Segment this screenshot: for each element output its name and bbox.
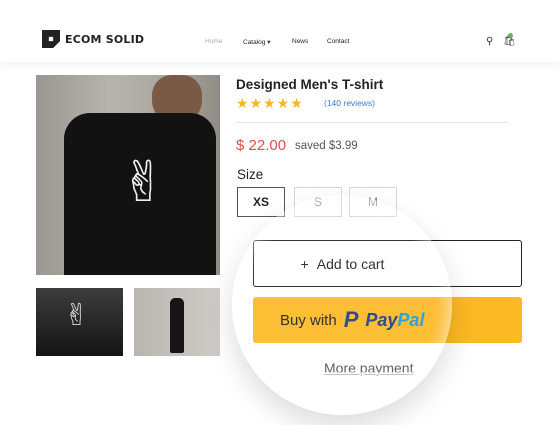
product-title: Designed Men's T-shirt [236,77,384,92]
logo[interactable]: ECOM SOLID [42,30,144,48]
cart-badge [508,33,513,38]
logo-mark-icon [42,30,60,48]
reviews-link[interactable]: (140 reviews) [324,98,375,108]
paypal-button[interactable]: Buy with P PayPal [253,297,522,343]
saved-amount: saved $3.99 [295,140,358,152]
nav-catalog[interactable]: Catalog ▾ [243,38,270,46]
product-thumbnail-1[interactable]: ✌ [36,288,123,356]
nav-contact[interactable]: Contact [327,38,349,45]
rating-stars: ★★★★★ [236,95,304,111]
nav-home[interactable]: Home [205,38,222,45]
size-option-m[interactable]: M [349,187,397,217]
site-header: ECOM SOLID Home Catalog ▾ News Contact ⚲… [0,0,560,62]
paypal-wordmark: PayPal [365,309,425,330]
size-option-s[interactable]: S [294,187,342,217]
paypal-logo-icon: P [343,307,359,332]
product-thumbnail-2[interactable] [134,288,220,356]
buy-with-label: Buy with [280,311,337,329]
nav-news[interactable]: News [292,38,308,45]
plus-icon: + [300,255,309,272]
add-to-cart-label: Add to cart [316,255,385,272]
search-icon[interactable]: ⚲ [486,36,493,47]
divider [236,122,509,123]
logo-text: ECOM SOLID [65,32,145,46]
size-option-xs[interactable]: XS [237,187,285,217]
bottom-fade [0,372,560,425]
add-to-cart-button[interactable]: + Add to cart [253,240,522,287]
product-main-image[interactable]: ✌ [36,75,220,275]
skeleton-hand-print: ✌ [120,150,167,213]
size-label: Size [237,167,264,182]
product-price: $ 22.00 [236,137,287,154]
